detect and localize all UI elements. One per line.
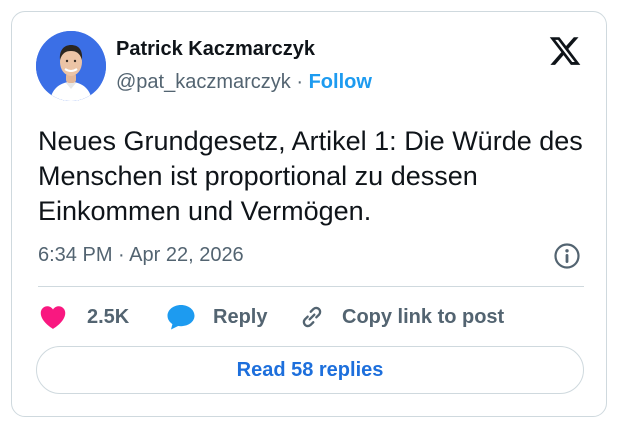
x-logo-icon[interactable]: [548, 34, 582, 68]
author-handle-line: @pat_kaczmarczyk · Follow: [116, 71, 372, 94]
handle-separator: ·: [296, 71, 304, 93]
read-replies-button[interactable]: Read 58 replies: [36, 346, 584, 394]
author-display-name[interactable]: Patrick Kaczmarczyk: [116, 38, 315, 61]
reply-button[interactable]: Reply: [166, 299, 267, 335]
author-handle[interactable]: @pat_kaczmarczyk: [116, 71, 291, 93]
tweet-timestamp[interactable]: 6:34 PM · Apr 22, 2026: [38, 244, 244, 267]
tweet-card: Patrick Kaczmarczyk @pat_kaczmarczyk · F…: [11, 11, 607, 417]
like-count: 2.5K: [87, 305, 130, 328]
like-button[interactable]: 2.5K: [39, 299, 129, 335]
info-icon[interactable]: [553, 242, 581, 270]
avatar[interactable]: [36, 31, 106, 101]
divider: [38, 286, 584, 287]
link-icon: [298, 303, 326, 331]
speech-bubble-icon: [166, 303, 196, 331]
copy-link-label: Copy link to post: [342, 305, 505, 328]
follow-button[interactable]: Follow: [309, 71, 372, 93]
copy-link-button[interactable]: Copy link to post: [298, 299, 504, 335]
reply-label: Reply: [213, 305, 268, 328]
read-replies-label: Read 58 replies: [236, 358, 384, 381]
avatar-portrait: [36, 31, 106, 101]
tweet-text: Neues Grundgesetz, Artikel 1: Die Würde …: [38, 126, 583, 226]
heart-icon: [39, 304, 67, 330]
